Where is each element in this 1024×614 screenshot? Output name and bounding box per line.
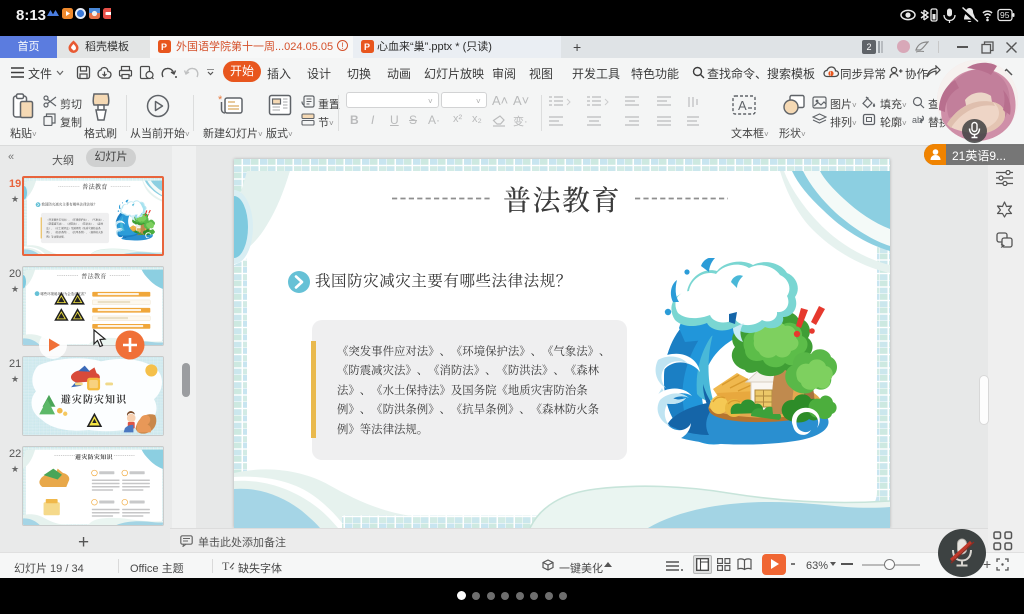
svg-text:T: T xyxy=(222,559,230,572)
svg-text:A: A xyxy=(738,98,747,113)
svg-text:P: P xyxy=(364,42,370,52)
svg-text:!: ! xyxy=(830,71,832,78)
svg-text:P: P xyxy=(161,42,167,52)
svg-text:95: 95 xyxy=(1000,10,1010,20)
